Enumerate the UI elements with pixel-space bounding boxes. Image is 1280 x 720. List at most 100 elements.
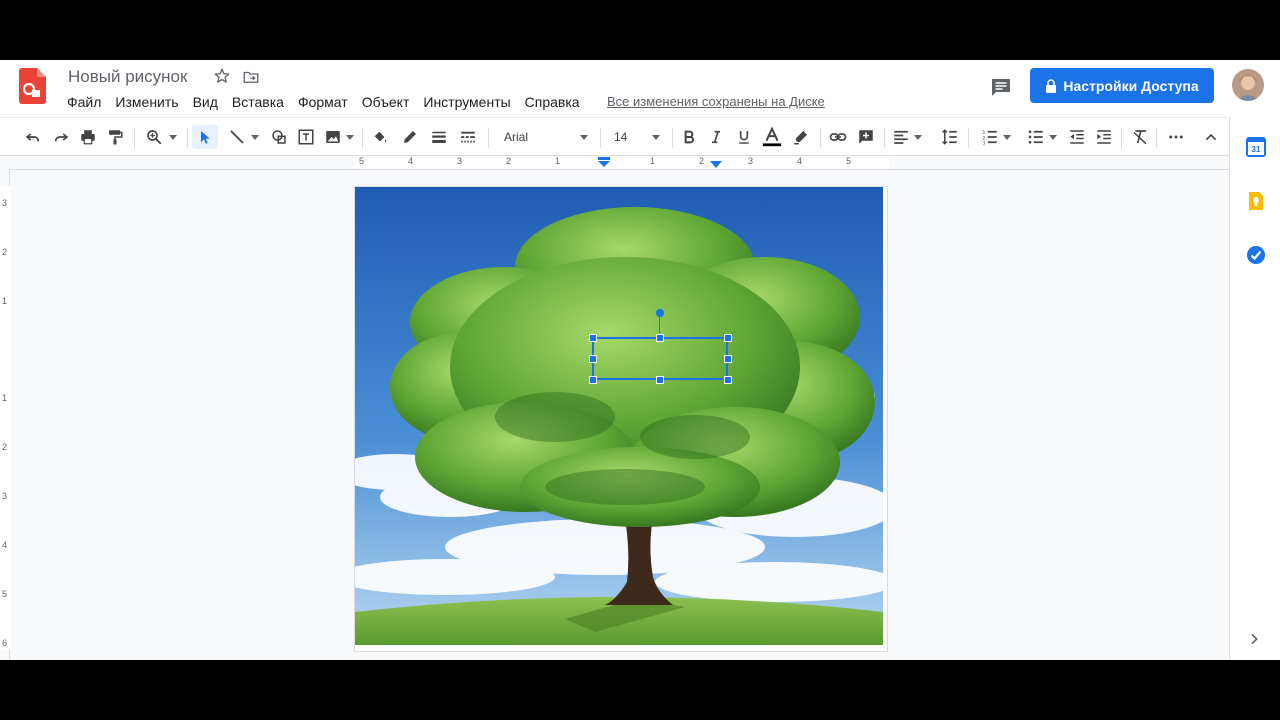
letterbox-top <box>0 0 1280 60</box>
menu-view[interactable]: Вид <box>186 93 225 113</box>
insert-link-button[interactable] <box>827 125 849 149</box>
menu-tools[interactable]: Инструменты <box>416 93 517 113</box>
zoom-button[interactable] <box>141 125 181 149</box>
menu-edit[interactable]: Изменить <box>108 93 185 113</box>
menu-object[interactable]: Объект <box>355 93 417 113</box>
left-indent-marker-icon[interactable] <box>598 157 610 167</box>
paint-format-button[interactable] <box>104 125 126 149</box>
tree-image[interactable] <box>355 187 883 645</box>
right-indent-marker-icon[interactable] <box>710 161 722 168</box>
toolbar-separator <box>672 128 673 148</box>
line-dropdown-icon <box>250 134 259 140</box>
move-folder-icon[interactable] <box>242 68 260 86</box>
collapse-toolbar-button[interactable] <box>1200 125 1222 149</box>
zoom-icon <box>147 130 162 145</box>
rotation-handle[interactable] <box>656 309 664 317</box>
undo-button[interactable] <box>22 125 44 149</box>
more-options-button[interactable] <box>1164 125 1188 149</box>
redo-button[interactable] <box>50 125 72 149</box>
ruler-label: 1 <box>650 156 656 166</box>
border-dash-button[interactable] <box>457 125 479 149</box>
shape-tool-button[interactable] <box>268 125 290 149</box>
tree-illustration <box>355 187 883 645</box>
toolbar-separator <box>1121 128 1122 148</box>
resize-handle-top[interactable] <box>656 334 664 342</box>
toolbar-separator <box>488 128 489 148</box>
zoom-dropdown-icon <box>169 134 177 140</box>
ruler-label: 2 <box>2 247 8 257</box>
text-box-button[interactable] <box>295 125 317 149</box>
ruler-label: 3 <box>2 491 8 501</box>
align-button[interactable] <box>890 125 924 149</box>
more-horizontal-icon <box>1169 135 1183 139</box>
calendar-button[interactable]: 31 <box>1246 137 1266 157</box>
insert-image-button[interactable] <box>322 125 356 149</box>
underline-icon <box>739 131 749 144</box>
bulleted-list-button[interactable] <box>1022 125 1062 149</box>
menu-format[interactable]: Формат <box>291 93 355 113</box>
drawings-app: Новый рисунок Файл Изменить Вид Вставка … <box>0 60 1280 660</box>
font-size-select[interactable]: 14 <box>608 125 666 149</box>
line-spacing-button[interactable] <box>938 125 962 149</box>
image-dropdown-icon <box>346 134 354 140</box>
paint-bucket-icon <box>374 131 387 143</box>
toolbar-separator <box>600 128 601 148</box>
ruler-label: 5 <box>359 156 365 166</box>
bold-button[interactable] <box>678 125 700 149</box>
tasks-check-icon <box>1247 246 1265 264</box>
select-tool-button[interactable] <box>192 125 218 149</box>
clear-formatting-button[interactable] <box>1129 125 1151 149</box>
underline-button[interactable] <box>733 125 755 149</box>
ruler-label: 3 <box>457 156 463 166</box>
resize-handle-top-right[interactable] <box>724 334 732 342</box>
selected-text-box[interactable] <box>592 337 728 380</box>
italic-button[interactable] <box>705 125 727 149</box>
fill-color-button[interactable] <box>369 125 391 149</box>
resize-handle-top-left[interactable] <box>589 334 597 342</box>
share-button[interactable]: Настройки Доступа <box>1030 68 1214 103</box>
border-dash-icon <box>461 131 475 143</box>
font-family-select[interactable]: Arial <box>498 125 594 149</box>
account-avatar[interactable] <box>1232 69 1264 101</box>
toolbar-separator <box>968 128 969 148</box>
menu-insert[interactable]: Вставка <box>225 93 291 113</box>
text-color-button[interactable] <box>760 125 784 149</box>
keep-button[interactable] <box>1246 191 1266 211</box>
print-button[interactable] <box>77 125 99 149</box>
ruler-label: 1 <box>555 156 561 166</box>
link-icon <box>829 133 847 141</box>
resize-handle-bottom-left[interactable] <box>589 376 597 384</box>
app-header: Новый рисунок Файл Изменить Вид Вставка … <box>0 60 1280 117</box>
line-icon <box>229 130 244 144</box>
line-tool-button[interactable] <box>224 125 262 149</box>
decrease-indent-icon <box>1070 130 1084 144</box>
border-weight-button[interactable] <box>428 125 450 149</box>
resize-handle-bottom[interactable] <box>656 376 664 384</box>
save-status-link[interactable]: Все изменения сохранены на Диске <box>607 94 825 109</box>
tasks-button[interactable] <box>1246 245 1266 265</box>
add-comment-icon <box>859 130 873 144</box>
vertical-ruler: 3 2 1 1 2 3 4 5 6 <box>0 170 10 660</box>
numbered-list-button[interactable]: 123 <box>976 125 1016 149</box>
ruler-label: 6 <box>2 638 8 648</box>
toolbar-separator <box>187 128 188 148</box>
document-title[interactable]: Новый рисунок <box>68 67 187 87</box>
resize-handle-right[interactable] <box>724 355 732 363</box>
drawings-logo-icon[interactable] <box>19 68 46 104</box>
star-icon[interactable] <box>213 67 231 85</box>
decrease-indent-button[interactable] <box>1066 125 1088 149</box>
resize-handle-left[interactable] <box>589 355 597 363</box>
comments-icon[interactable] <box>989 75 1013 99</box>
font-family-value: Arial <box>504 130 529 144</box>
border-color-button[interactable] <box>399 125 421 149</box>
highlight-color-button[interactable] <box>790 125 812 149</box>
drawing-canvas[interactable] <box>354 186 888 652</box>
font-family-dropdown-icon <box>580 134 588 140</box>
expand-side-panel-button[interactable] <box>1246 631 1266 651</box>
increase-indent-button[interactable] <box>1093 125 1115 149</box>
resize-handle-bottom-right[interactable] <box>724 376 732 384</box>
toolbar: Arial 14 1 2 3 <box>0 117 1229 156</box>
insert-comment-button[interactable] <box>855 125 877 149</box>
menu-help[interactable]: Справка <box>518 93 587 113</box>
menu-file[interactable]: Файл <box>60 93 108 113</box>
